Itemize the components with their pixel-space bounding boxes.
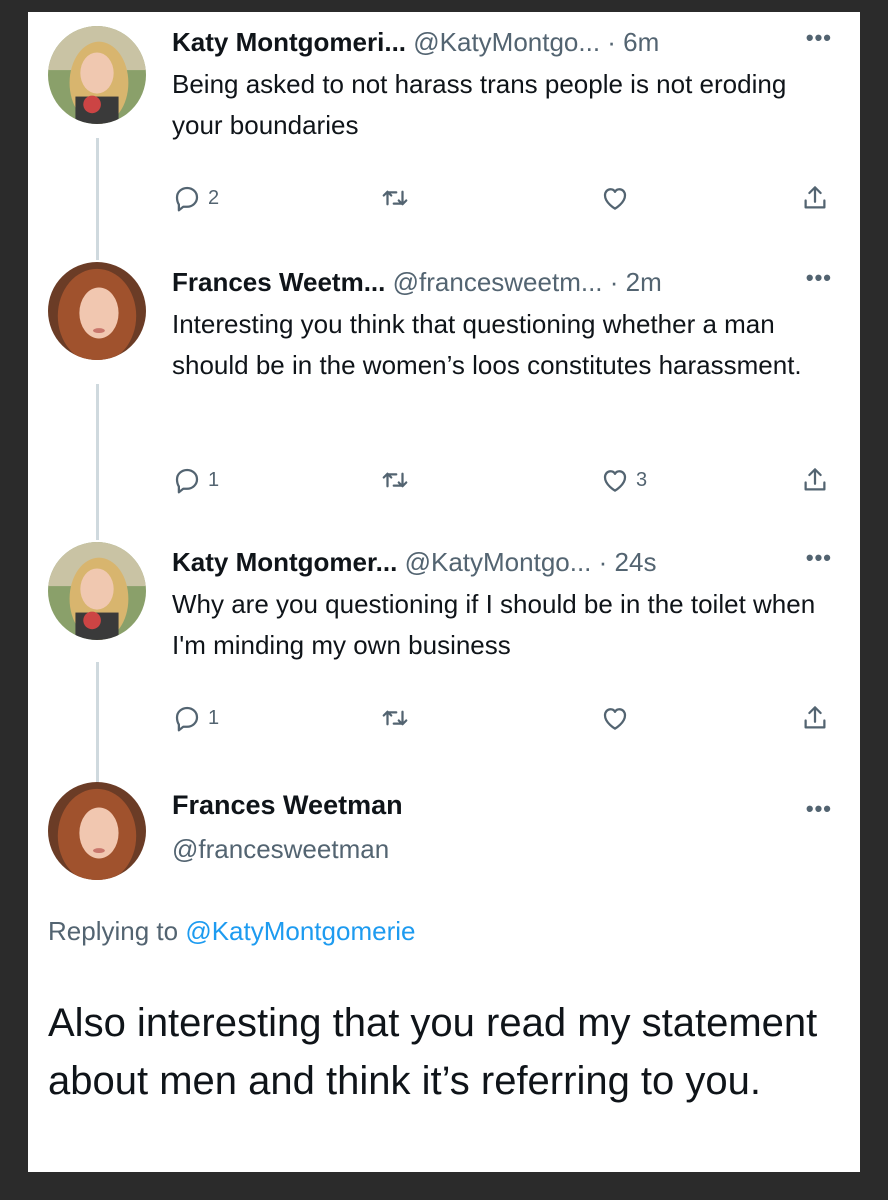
tweet-actions: 2 xyxy=(172,178,832,218)
avatar[interactable] xyxy=(48,26,146,124)
reply-icon xyxy=(175,468,199,494)
share-icon xyxy=(804,706,826,729)
avatar-frances-image xyxy=(48,262,146,360)
tweet-2: Frances Weetm... @francesweetm... · 2m •… xyxy=(172,264,832,386)
heart-icon xyxy=(603,470,627,492)
retweet-button[interactable] xyxy=(380,460,416,500)
tweet-text: Being asked to not harass trans people i… xyxy=(172,69,787,140)
reply-icon xyxy=(175,186,199,212)
avatar-katy-image xyxy=(48,542,146,640)
display-name[interactable]: Frances Weetm... xyxy=(172,267,385,297)
retweet-icon xyxy=(382,472,408,488)
more-icon[interactable]: ••• xyxy=(806,24,832,52)
reply-count: 1 xyxy=(208,706,220,729)
retweet-button[interactable] xyxy=(380,698,416,738)
reply-button[interactable]: 2 xyxy=(172,178,219,218)
tweet-header: Katy Montgomeri... @KatyMontgo... · 6m xyxy=(172,24,832,60)
like-button[interactable] xyxy=(600,178,636,218)
thread-connector-line xyxy=(96,384,99,540)
user-handle[interactable]: @KatyMontgo... xyxy=(405,547,592,577)
main-display-name[interactable]: Frances Weetman xyxy=(172,790,403,821)
display-name[interactable]: Katy Montgomer... xyxy=(172,547,397,577)
avatar-katy-image xyxy=(48,26,146,124)
thread-connector-line xyxy=(96,138,99,260)
top-frame-bar xyxy=(0,0,888,12)
thread-connector-line xyxy=(96,662,99,784)
share-button[interactable] xyxy=(800,698,830,738)
main-tweet-text: Also interesting that you read my statem… xyxy=(48,1001,818,1103)
retweet-icon xyxy=(382,710,408,726)
retweet-button[interactable] xyxy=(380,178,416,218)
timestamp[interactable]: · 2m xyxy=(610,267,662,297)
share-icon xyxy=(804,186,826,209)
share-button[interactable] xyxy=(800,178,830,218)
user-handle[interactable]: @KatyMontgo... xyxy=(413,27,600,57)
display-name[interactable]: Katy Montgomeri... xyxy=(172,27,406,57)
reply-count: 1 xyxy=(208,468,220,491)
avatar[interactable] xyxy=(48,542,146,640)
replying-handle-link[interactable]: @KatyMontgomerie xyxy=(185,916,415,946)
reply-icon xyxy=(175,706,199,732)
avatar[interactable] xyxy=(48,782,146,880)
share-icon xyxy=(804,468,826,491)
like-button[interactable]: 3 xyxy=(600,460,647,500)
bottom-frame-bar xyxy=(0,1172,888,1200)
tweet-1: Katy Montgomeri... @KatyMontgo... · 6m •… xyxy=(172,24,832,146)
tweet-actions: 1 xyxy=(172,698,832,738)
heart-icon xyxy=(603,708,627,730)
more-icon[interactable]: ••• xyxy=(806,544,832,572)
avatar[interactable] xyxy=(48,262,146,360)
like-count: 3 xyxy=(636,468,648,491)
reply-count: 2 xyxy=(208,186,220,209)
avatar-frances-image xyxy=(48,782,146,880)
more-icon[interactable]: ••• xyxy=(806,264,832,292)
like-button[interactable] xyxy=(600,698,636,738)
replying-prefix: Replying to xyxy=(48,916,186,946)
user-handle[interactable]: @francesweetm... xyxy=(393,267,603,297)
tweet-actions: 1 3 xyxy=(172,460,832,500)
retweet-icon xyxy=(382,190,408,206)
tweet-text: Interesting you think that questioning w… xyxy=(172,309,802,380)
timestamp[interactable]: · 24s xyxy=(599,547,657,577)
tweet-header: Frances Weetm... @francesweetm... · 2m xyxy=(172,264,832,300)
timestamp[interactable]: · 6m xyxy=(607,27,659,57)
tweet-thread-card: Katy Montgomeri... @KatyMontgo... · 6m •… xyxy=(28,12,860,1172)
tweet-3: Katy Montgomer... @KatyMontgo... · 24s •… xyxy=(172,544,832,666)
tweet-text: Why are you questioning if I should be i… xyxy=(172,589,816,660)
main-user-handle[interactable]: @francesweetman xyxy=(172,834,389,865)
tweet-header: Katy Montgomer... @KatyMontgo... · 24s xyxy=(172,544,832,580)
replying-to: Replying to @KatyMontgomerie xyxy=(48,916,415,947)
reply-button[interactable]: 1 xyxy=(172,698,219,738)
share-button[interactable] xyxy=(800,460,830,500)
heart-icon xyxy=(603,188,627,210)
reply-button[interactable]: 1 xyxy=(172,460,219,500)
more-icon[interactable]: ••• xyxy=(806,796,832,822)
